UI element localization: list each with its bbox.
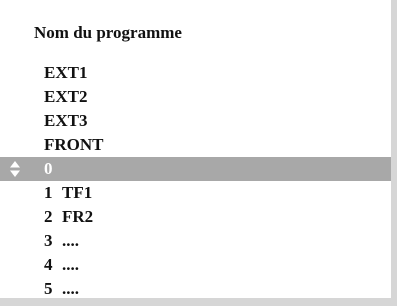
program-name: TF1 [62,183,93,202]
program-row-ext1[interactable]: EXT1 [0,61,391,85]
program-number: 0 [44,159,53,178]
osd-menu-panel: Nom du programme EXT1 EXT2 EXT3 FRONT 0 … [0,0,397,306]
program-name: .... [62,255,79,274]
program-row-4[interactable]: 4 .... [0,253,391,277]
program-row-2[interactable]: 2 FR2 [0,205,391,229]
program-row-ext2[interactable]: EXT2 [0,85,391,109]
program-row-1[interactable]: 1 TF1 [0,181,391,205]
program-name: .... [62,231,79,250]
program-number: 4 [44,255,53,274]
program-name: EXT3 [44,111,88,130]
program-row-0-selected[interactable]: 0 [0,157,391,181]
program-row-5[interactable]: 5 .... [0,277,391,301]
program-number: 5 [44,279,53,298]
program-name: .... [62,279,79,298]
program-list: EXT1 EXT2 EXT3 FRONT 0 1 TF1 2 FR2 3 ...… [0,61,391,301]
program-name: FRONT [44,135,104,154]
menu-title: Nom du programme [34,23,182,42]
program-row-ext3[interactable]: EXT3 [0,109,391,133]
up-down-arrows-icon[interactable] [9,161,21,177]
program-name: FR2 [62,207,94,226]
program-row-front[interactable]: FRONT [0,133,391,157]
program-name: EXT2 [44,87,88,106]
program-row-3[interactable]: 3 .... [0,229,391,253]
program-name: EXT1 [44,63,88,82]
program-number: 2 [44,207,53,226]
program-number: 3 [44,231,53,250]
program-number: 1 [44,183,53,202]
